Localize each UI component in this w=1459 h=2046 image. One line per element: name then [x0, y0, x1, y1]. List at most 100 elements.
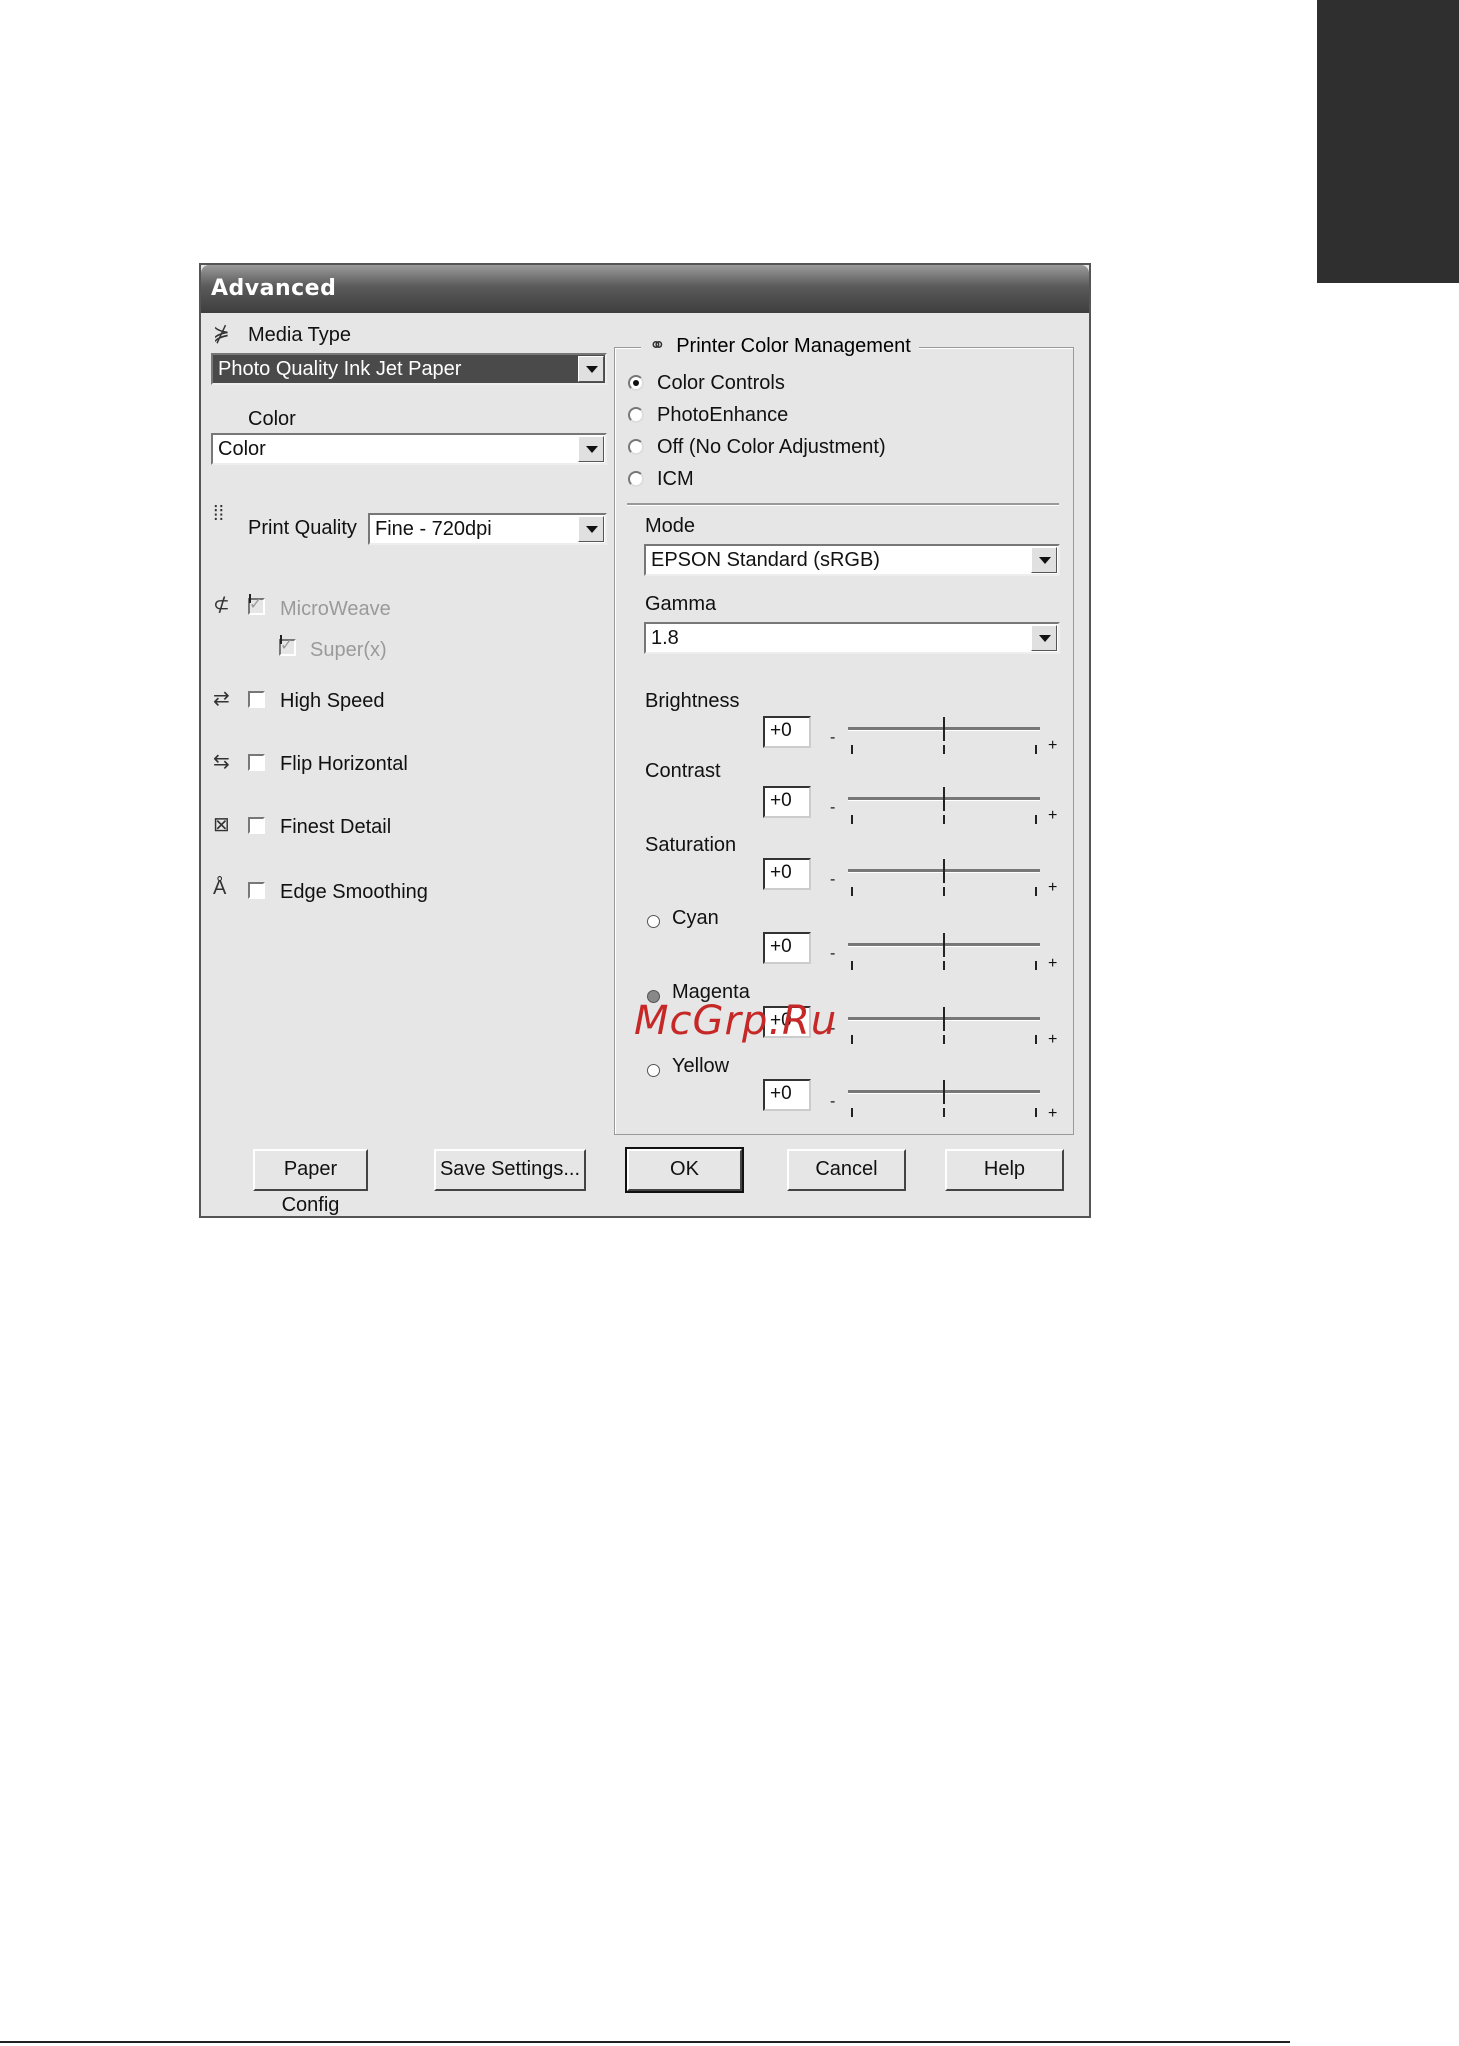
- save-settings-button[interactable]: Save Settings...: [434, 1149, 586, 1191]
- color-label: Color: [248, 408, 296, 430]
- brightness-thumb[interactable]: [940, 717, 948, 741]
- saturation-thumb[interactable]: [940, 859, 948, 883]
- flip-horizontal-icon: ⇆: [213, 751, 230, 773]
- contrast-label: Contrast: [645, 760, 721, 782]
- high-speed-icon: ⇄: [213, 688, 230, 710]
- contrast-tick-max: [1035, 815, 1037, 824]
- saturation-minus: -: [830, 871, 836, 888]
- radio-color-controls[interactable]: [628, 375, 644, 391]
- media-type-select[interactable]: Photo Quality Ink Jet Paper: [211, 353, 607, 385]
- chevron-down-icon[interactable]: [1031, 547, 1057, 573]
- yellow-minus: -: [830, 1093, 836, 1110]
- magenta-thumb[interactable]: [940, 1007, 948, 1031]
- mode-value: EPSON Standard (sRGB): [651, 549, 880, 571]
- brightness-tick-mid: [943, 745, 945, 754]
- saturation-label: Saturation: [645, 834, 737, 856]
- contrast-tick-min: [851, 815, 853, 824]
- cyan-tick-mid: [943, 961, 945, 970]
- checkmark-icon: ✓: [249, 594, 263, 613]
- help-button[interactable]: Help: [945, 1149, 1064, 1191]
- yellow-tick-mid: [943, 1108, 945, 1117]
- brightness-tick-min: [851, 745, 853, 754]
- contrast-thumb[interactable]: [940, 787, 948, 811]
- finest-detail-icon: ⊠: [213, 814, 230, 836]
- chevron-down-icon[interactable]: [578, 436, 604, 462]
- yellow-input[interactable]: +0: [763, 1079, 811, 1111]
- gamma-value: 1.8: [651, 627, 679, 649]
- microweave-icon: ⊄: [213, 594, 230, 616]
- radio-off[interactable]: [628, 439, 644, 455]
- edge-smoothing-checkbox[interactable]: [248, 882, 265, 899]
- chevron-down-icon[interactable]: [578, 516, 604, 542]
- media-type-label: Media Type: [248, 324, 352, 346]
- cyan-minus: -: [830, 945, 836, 962]
- watermark: McGrp.Ru: [634, 998, 838, 1044]
- brightness-plus: +: [1048, 737, 1058, 754]
- super-checkbox[interactable]: ✓: [279, 635, 296, 656]
- title-bar[interactable]: Advanced: [201, 265, 1089, 313]
- gamma-select[interactable]: 1.8: [644, 622, 1060, 654]
- print-quality-value: Fine - 720dpi: [375, 518, 492, 540]
- magenta-tick-min: [851, 1035, 853, 1044]
- media-type-icon: ⋡: [213, 323, 230, 345]
- cyan-thumb[interactable]: [940, 933, 948, 957]
- contrast-tick-mid: [943, 815, 945, 824]
- brightness-label: Brightness: [645, 690, 740, 712]
- group-separator: [627, 503, 1059, 506]
- color-management-header: ⚭ Printer Color Management: [641, 335, 919, 361]
- edge-smoothing-label: Edge Smoothing: [280, 881, 428, 903]
- mode-label: Mode: [645, 515, 696, 537]
- color-controls-label: Color Controls: [657, 372, 785, 394]
- print-quality-icon: ⁞⁞: [213, 503, 225, 525]
- magenta-plus: +: [1048, 1031, 1058, 1048]
- chevron-down-icon[interactable]: [578, 356, 604, 382]
- gamma-label: Gamma: [645, 593, 717, 615]
- off-label: Off (No Color Adjustment): [657, 436, 886, 458]
- brightness-minus: -: [830, 729, 836, 746]
- saturation-input[interactable]: +0: [763, 858, 811, 890]
- yellow-thumb[interactable]: [940, 1080, 948, 1104]
- finest-detail-checkbox[interactable]: [248, 817, 265, 834]
- high-speed-label: High Speed: [280, 690, 385, 712]
- yellow-tick-min: [851, 1108, 853, 1117]
- radio-icm[interactable]: [628, 471, 644, 487]
- edge-smoothing-icon: Å: [213, 877, 227, 899]
- cancel-button[interactable]: Cancel: [787, 1149, 906, 1191]
- contrast-minus: -: [830, 799, 836, 816]
- radio-yellow[interactable]: [647, 1064, 660, 1077]
- microweave-checkbox[interactable]: ✓: [248, 594, 265, 615]
- advanced-dialog: Advanced ⋡ Media Type Photo Quality Ink …: [199, 263, 1091, 1218]
- ok-button[interactable]: OK: [625, 1147, 744, 1193]
- microweave-label: MicroWeave: [280, 598, 391, 620]
- contrast-plus: +: [1048, 807, 1058, 824]
- icm-label: ICM: [657, 468, 694, 490]
- photo-enhance-label: PhotoEnhance: [657, 404, 789, 426]
- print-quality-select[interactable]: Fine - 720dpi: [368, 513, 607, 545]
- cyan-plus: +: [1048, 955, 1058, 972]
- radio-cyan[interactable]: [647, 915, 660, 928]
- dialog-title: Advanced: [211, 276, 337, 301]
- cyan-tick-min: [851, 961, 853, 970]
- paper-config-button[interactable]: Paper Config: [253, 1149, 368, 1216]
- mode-select[interactable]: EPSON Standard (sRGB): [644, 544, 1060, 576]
- finest-detail-label: Finest Detail: [280, 816, 392, 838]
- brightness-input[interactable]: +0: [763, 716, 811, 748]
- yellow-label: Yellow: [672, 1055, 730, 1077]
- color-circles-icon: ⚭: [649, 335, 666, 357]
- contrast-input[interactable]: +0: [763, 786, 811, 818]
- super-label: Super(x): [310, 639, 387, 661]
- saturation-tick-mid: [943, 887, 945, 896]
- brightness-tick-max: [1035, 745, 1037, 754]
- radio-photo-enhance[interactable]: [628, 407, 644, 423]
- cyan-tick-max: [1035, 961, 1037, 970]
- print-quality-label: Print Quality: [248, 517, 357, 539]
- magenta-tick-mid: [943, 1035, 945, 1044]
- high-speed-checkbox[interactable]: [248, 691, 265, 708]
- magenta-tick-max: [1035, 1035, 1037, 1044]
- flip-horizontal-label: Flip Horizontal: [280, 753, 408, 775]
- color-select[interactable]: Color: [211, 433, 607, 465]
- footer-rule: [0, 2041, 1290, 2043]
- flip-horizontal-checkbox[interactable]: [248, 754, 265, 771]
- chevron-down-icon[interactable]: [1031, 625, 1057, 651]
- cyan-input[interactable]: +0: [763, 932, 811, 964]
